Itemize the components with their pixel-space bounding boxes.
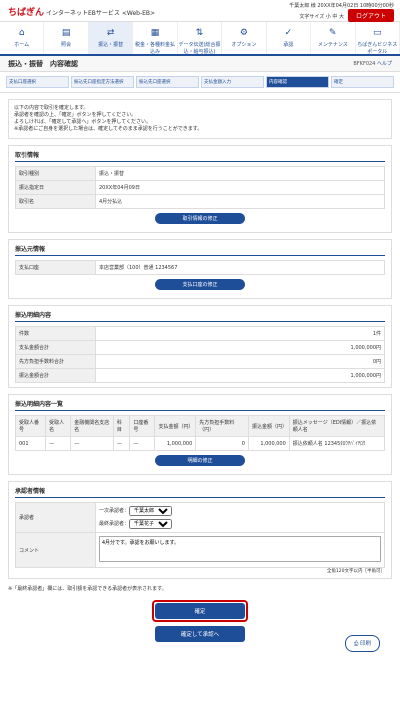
logout-button[interactable]: ログアウト	[347, 9, 394, 22]
approve-icon: ✓	[284, 28, 293, 38]
font-size-control[interactable]: 文字サイズ 小 中 大	[299, 14, 344, 20]
wrench-icon: ✎	[329, 28, 337, 38]
header-right: 千葉太郎 様 20XX年04月02日 10時00分00秒 文字サイズ 小 中 大…	[289, 3, 394, 22]
edit-account-button[interactable]: 支払口座の修正	[155, 279, 245, 290]
help-link[interactable]: ヘルプ	[377, 61, 392, 67]
transfer-icon: ⇄	[106, 28, 115, 38]
printer-icon: ⎙	[353, 641, 359, 647]
nav-maintenance[interactable]: ✎ メンテナンス	[311, 22, 356, 54]
nav-data[interactable]: ⇅ データ伝送(総合振込・給与振込)	[178, 22, 223, 55]
tax-icon: ▦	[150, 28, 160, 38]
transfer-list: 振込明細内容一覧 受取人番号 受取人名 金融機関名支店名 科目 口座番号 支払金額（円）先…	[8, 394, 392, 475]
document-icon: ▤	[61, 28, 71, 38]
first-approver-select[interactable]: 千葉太郎	[129, 506, 173, 516]
nav-transfer[interactable]: ⇄ 振込・振替	[88, 22, 134, 54]
title-bar: 振込・振替 内容確認 BFKF024 ヘルプ	[0, 56, 400, 72]
step: 振込先口座指定方法選択	[71, 76, 134, 88]
data-icon: ⇅	[195, 28, 204, 38]
approver-info: 承認者情報 承認者 一次承認者： 千葉太郎 最終承認者： 千葉花子 コメント 4月分で…	[8, 481, 392, 579]
portal-icon: ▭	[372, 28, 382, 38]
step: 振込先口座選択	[136, 76, 199, 88]
transfer-summary: 振込明細内容 件数 1件 支払金額合計 1,000,000円 先方負担手数料合計 0円…	[8, 305, 392, 388]
edit-detail-button[interactable]: 明細の修正	[155, 455, 245, 466]
home-icon: ⌂	[18, 28, 25, 38]
comment-field[interactable]: 4月分です。承認をお願いします。	[99, 536, 381, 562]
step: 支払口座選択	[6, 76, 69, 88]
step-indicator: 支払口座選択 振込先口座指定方法選択 振込先口座選択 支払金額入力 内容確認 確…	[0, 72, 400, 93]
edit-transaction-button[interactable]: 取引情報の修正	[155, 213, 245, 224]
final-approver-select[interactable]: 千葉花子	[129, 519, 173, 529]
print-button[interactable]: ⎙ 印刷	[344, 635, 380, 652]
main-nav: ⌂ ホーム ▤ 照会 ⇄ 振込・振替 ▦ 税金・各種料金払込み ⇅ データ伝送(総合振込・…	[0, 22, 400, 56]
transaction-info: 取引情報 取引種別 振込・振替 振込指定日 20XX年04月09日 取引名 4月分払込…	[8, 145, 392, 233]
confirm-button[interactable]: 確定	[155, 603, 245, 619]
header: ちばぎん インターネットEBサービス <Web-EB> 千葉太郎 様 20XX年0…	[0, 0, 400, 22]
page-title: 振込・振替 内容確認	[8, 59, 78, 68]
table-row: 001— — — —1,000,000 0 1,000,000 振込依頼人名 12345ﾀﾛ…	[14, 436, 386, 451]
nav-approve[interactable]: ✓ 承認	[267, 22, 312, 54]
step-current: 内容確認	[266, 76, 329, 88]
nav-home[interactable]: ⌂ ホーム	[0, 22, 45, 54]
source-info: 振込元情報 支払口座 本店営業部（100）普通 1234567 支払口座の修正	[8, 239, 392, 299]
gear-icon: ⚙	[239, 28, 248, 38]
step: 確定	[331, 76, 394, 88]
nav-tax[interactable]: ▦ 税金・各種料金払込み	[133, 22, 178, 55]
nav-option[interactable]: ⚙ オプション	[222, 22, 267, 54]
nav-portal[interactable]: ▭ ちばぎんビジネスポータル	[356, 22, 400, 55]
nav-inquiry[interactable]: ▤ 照会	[44, 22, 89, 54]
logo: ちばぎん インターネットEBサービス <Web-EB>	[8, 8, 156, 18]
instructions: 以下の内容で取引を確定します。 承認者を確認の上、「確定」ボタンを押してください。…	[8, 99, 392, 139]
step: 支払金額入力	[201, 76, 264, 88]
confirm-approve-button[interactable]: 確定して承認へ	[155, 626, 245, 642]
